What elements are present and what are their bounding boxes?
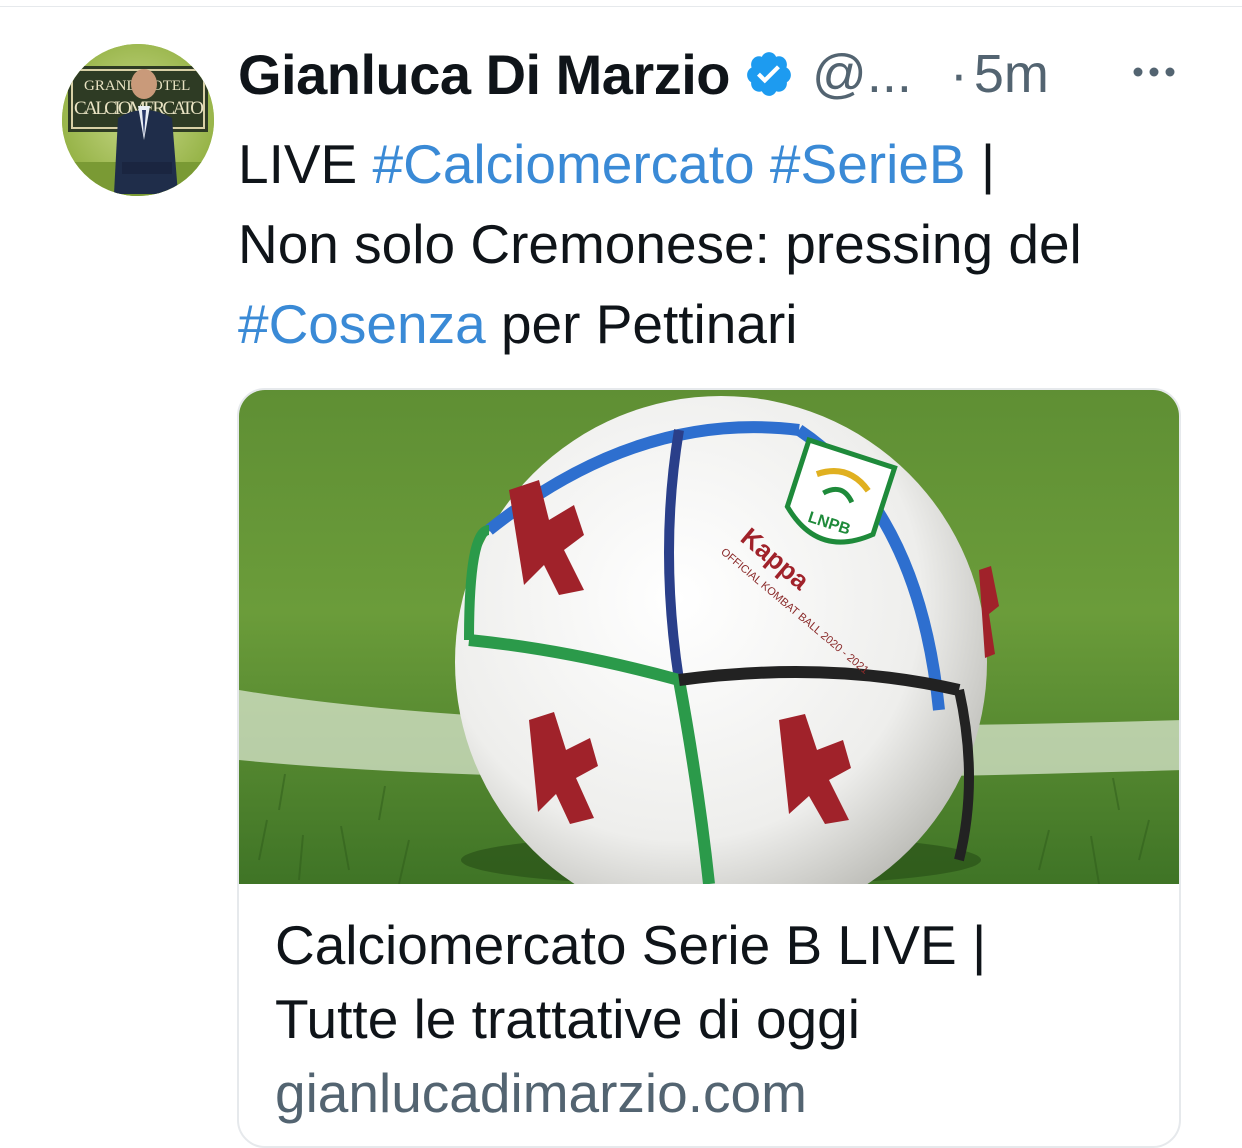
avatar[interactable]: GRAND HOTEL CALCIOMERCATO [62, 44, 214, 196]
hashtag-cosenza[interactable]: #Cosenza [238, 293, 486, 355]
tweet-text: LIVE #Calciomercato #SerieB | Non solo C… [238, 124, 1198, 364]
handle[interactable]: @... [812, 43, 912, 105]
live-text: LIVE [238, 133, 373, 195]
pipe-text: | [965, 133, 996, 195]
card-body[interactable]: Calciomercato Serie B LIVE | Tutte le tr… [275, 908, 1155, 1130]
hashtag-serieb[interactable]: #SerieB [770, 133, 966, 195]
card-title-line-1: Calciomercato Serie B LIVE | [275, 914, 987, 976]
tweet-line-3: #Cosenza per Pettinari [238, 284, 1198, 364]
link-card[interactable]: LNPB Kappa OFFICIAL KOMBAT BALL 2020 - 2… [237, 388, 1181, 1148]
tweet-line-3-text: per Pettinari [485, 293, 798, 355]
tweet-line-1: LIVE #Calciomercato #SerieB | [238, 124, 1198, 204]
hashtag-calciomercato[interactable]: #Calciomercato [373, 133, 755, 195]
timestamp[interactable]: 5m [974, 43, 1049, 105]
separator-dot: · [949, 44, 968, 104]
card-domain[interactable]: gianlucadimarzio.com [275, 1056, 1155, 1130]
verified-badge-icon [744, 49, 794, 99]
tweet-header: Gianluca Di Marzio @... · 5m [238, 38, 1198, 110]
top-divider [0, 6, 1242, 7]
card-title-line-2: Tutte le trattative di oggi [275, 988, 860, 1050]
display-name[interactable]: Gianluca Di Marzio [238, 42, 731, 107]
tweet-line-2: Non solo Cremonese: pressing del [238, 213, 1082, 275]
card-image[interactable]: LNPB Kappa OFFICIAL KOMBAT BALL 2020 - 2… [239, 390, 1179, 884]
more-horizontal-icon[interactable] [1130, 52, 1178, 92]
